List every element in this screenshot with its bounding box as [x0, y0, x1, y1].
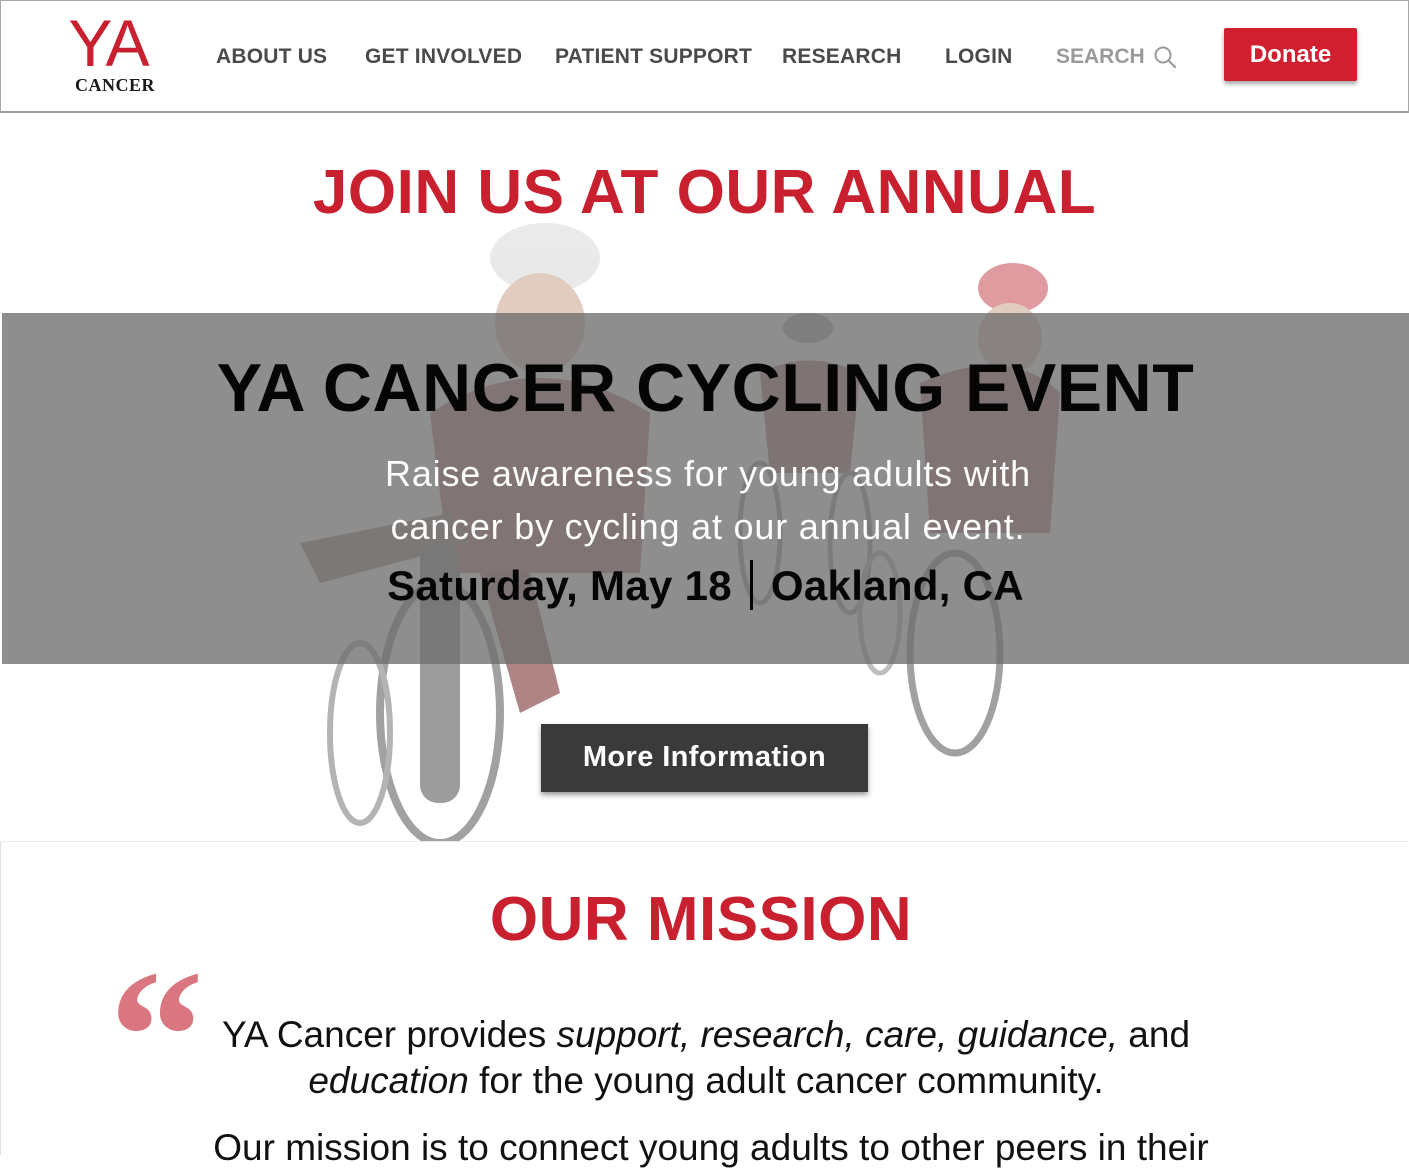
site-header: YA CANCER ABOUT US GET INVOLVED PATIENT …	[0, 0, 1409, 114]
hero-title: JOIN US AT OUR ANNUAL	[312, 158, 1097, 227]
and-text: and	[1118, 1014, 1191, 1055]
nav-patient-support[interactable]: PATIENT SUPPORT	[555, 45, 752, 69]
nav-login[interactable]: LOGIN	[945, 45, 1013, 69]
nav-research[interactable]: RESEARCH	[782, 45, 901, 69]
ya-cancer-logo[interactable]: YA CANCER	[53, 6, 163, 97]
donate-button[interactable]: Donate	[1224, 28, 1357, 81]
logo-wordmark: CANCER	[74, 75, 155, 95]
search-label: SEARCH	[1056, 45, 1145, 68]
mission-community: for the young adult cancer community.	[468, 1060, 1104, 1101]
event-date-location: Saturday, May 18 Oakland, CA	[2, 559, 1409, 614]
mission-title: OUR MISSION	[489, 885, 913, 954]
provides-text: provides	[396, 1014, 557, 1055]
event-description: Raise awareness for young adults with ca…	[385, 453, 1031, 547]
nav-get-involved[interactable]: GET INVOLVED	[365, 45, 522, 69]
event-title: YA CANCER CYCLING EVENT	[216, 350, 1195, 426]
mission-education: education	[308, 1060, 469, 1101]
more-information-button[interactable]: More Information	[541, 724, 868, 792]
mission-services: support, research, care, guidance,	[556, 1014, 1119, 1055]
search-icon	[1154, 46, 1176, 69]
mission-detail-text: is to connect young adults to other peer…	[410, 1127, 1209, 1168]
mission-detail: Our mission is to connect young adults t…	[141, 1125, 1281, 1171]
event-divider	[749, 559, 753, 610]
search-button[interactable]: SEARCH	[1056, 45, 1177, 69]
event-location: Oakland, CA	[770, 562, 1024, 609]
mission-section: OUR MISSION “ YA Cancer provides support…	[0, 841, 1408, 1168]
mission-lead: Our mission	[213, 1127, 411, 1168]
event-overlay: YA CANCER CYCLING EVENT Raise awareness …	[2, 313, 1409, 664]
logo-mark: YA	[68, 6, 149, 80]
event-date: Saturday, May 18	[387, 562, 732, 609]
org-name: YA Cancer	[221, 1014, 397, 1055]
hero-banner: JOIN US AT OUR ANNUAL YA CANCER CYCLING …	[0, 113, 1409, 841]
nav-about-us[interactable]: ABOUT US	[216, 45, 327, 69]
mission-statement: YA Cancer provides support, research, ca…	[181, 1012, 1231, 1104]
